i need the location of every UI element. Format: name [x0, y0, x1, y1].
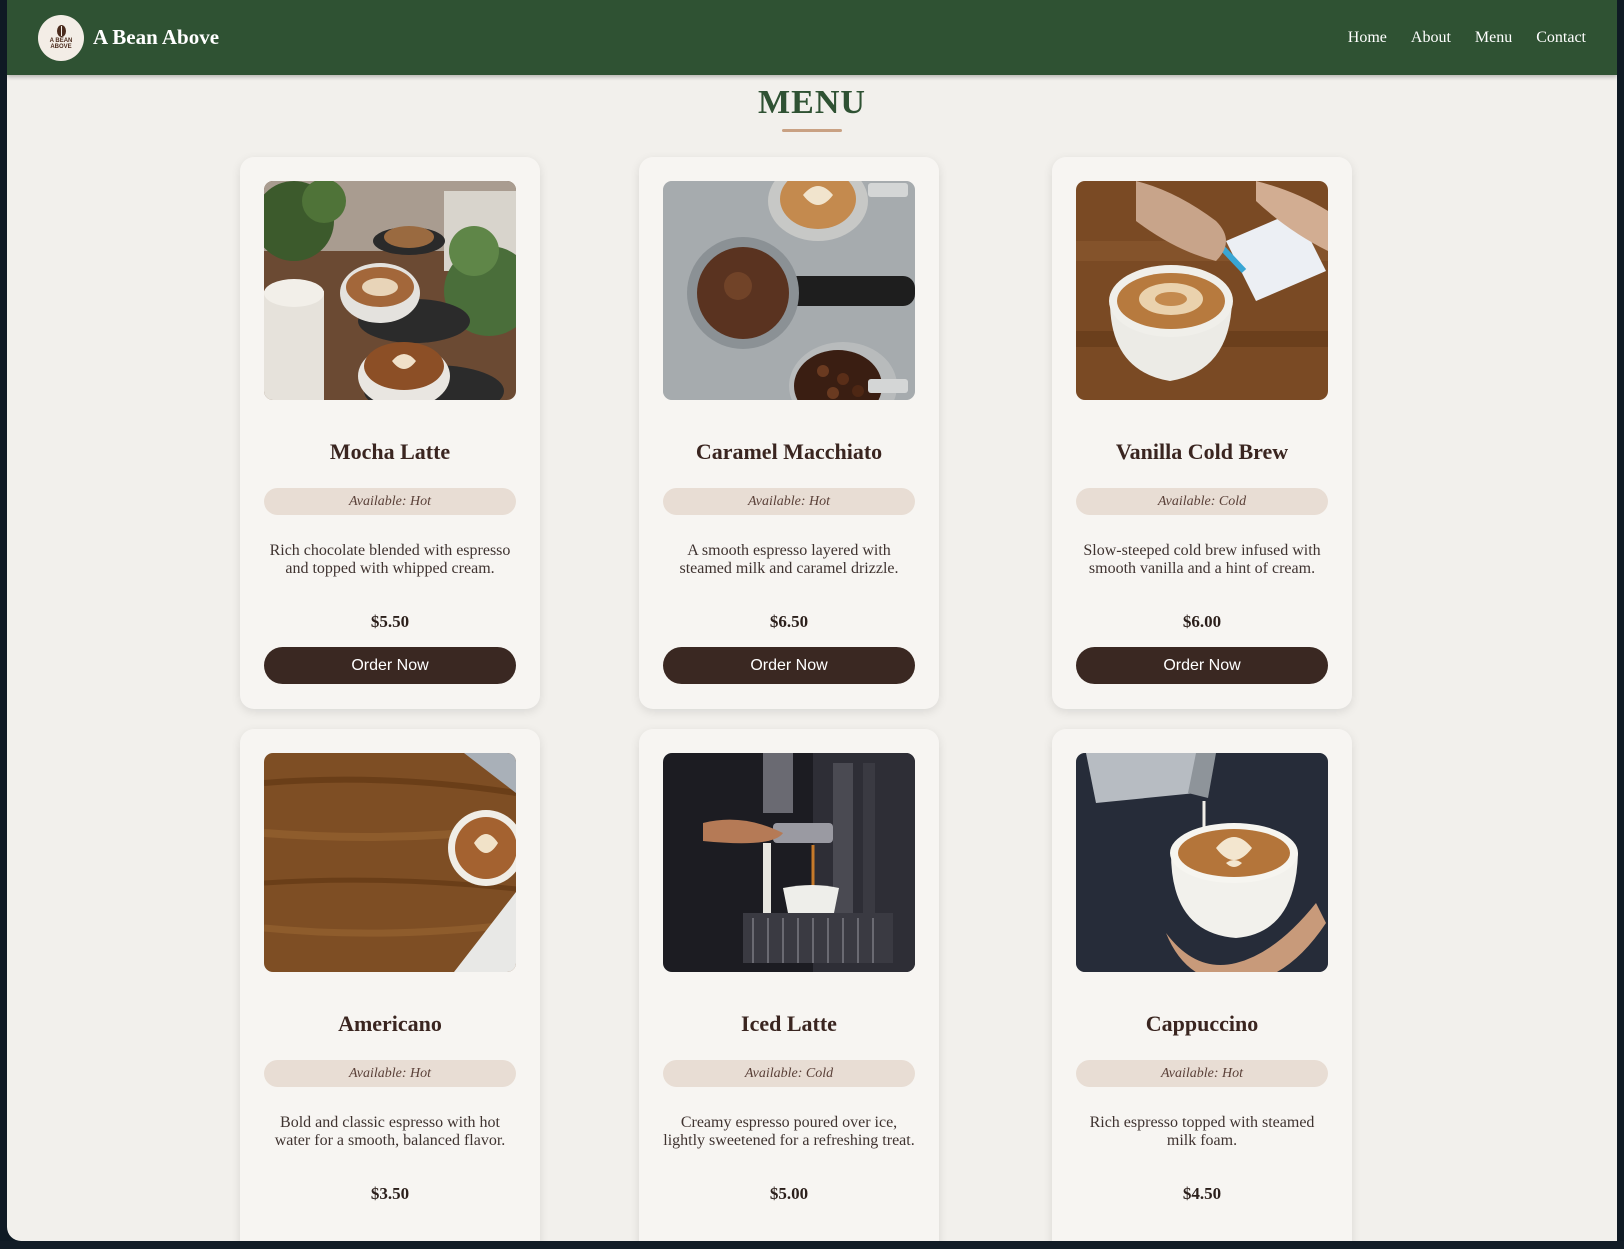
brand-name[interactable]: A Bean Above — [93, 25, 219, 50]
nav-menu[interactable]: Menu — [1475, 29, 1512, 47]
availability-badge: Available: Hot — [1076, 1060, 1328, 1087]
title-underline — [782, 129, 842, 132]
availability-badge: Available: Hot — [264, 488, 516, 515]
item-name: Iced Latte — [741, 1011, 837, 1036]
latte-art-cups-photo — [264, 181, 516, 400]
menu-card-cappuccino: Cappuccino Available: Hot Rich espresso … — [1052, 729, 1352, 1241]
espresso-machine-photo — [663, 753, 915, 972]
item-description: Creamy espresso poured over ice, lightly… — [663, 1114, 915, 1149]
menu-card-caramel-macchiato: Caramel Macchiato Available: Hot A smoot… — [639, 157, 939, 709]
nav-links: Home About Menu Contact — [1348, 0, 1586, 75]
item-price: $4.50 — [1182, 1184, 1222, 1203]
menu-card-americano: Americano Available: Hot Bold and classi… — [240, 729, 540, 1241]
availability-badge: Available: Hot — [663, 488, 915, 515]
order-now-button[interactable]: Order Now — [264, 647, 516, 684]
coffee-bean-icon — [56, 25, 66, 37]
availability-badge: Available: Hot — [264, 1060, 516, 1087]
nav-contact[interactable]: Contact — [1536, 29, 1586, 47]
item-price: $5.00 — [769, 1184, 809, 1203]
item-name: Cappuccino — [1145, 1011, 1259, 1036]
item-price: $6.00 — [1182, 612, 1222, 631]
order-now-button[interactable]: Order Now — [663, 647, 915, 684]
item-description: A smooth espresso layered with steamed m… — [679, 542, 899, 577]
item-description: Slow-steeped cold brew infused with smoo… — [1083, 542, 1321, 577]
logo[interactable]: A BEAN ABOVE — [38, 14, 84, 61]
item-price: $3.50 — [370, 1184, 410, 1203]
milk-pour-latte-art-photo — [1076, 753, 1328, 972]
browser-viewport: A BEAN ABOVE A Bean Above Home About Men… — [7, 0, 1617, 1241]
item-price: $5.50 — [370, 612, 410, 631]
menu-card-iced-latte: Iced Latte Available: Cold Creamy espres… — [639, 729, 939, 1241]
nav-about[interactable]: About — [1411, 29, 1451, 47]
item-name: Mocha Latte — [329, 439, 451, 464]
item-name: Vanilla Cold Brew — [1115, 439, 1289, 464]
item-name: Caramel Macchiato — [695, 439, 883, 464]
page-title: MENU — [758, 84, 866, 121]
top-navbar: A BEAN ABOVE A Bean Above Home About Men… — [7, 0, 1617, 75]
logo-text: A BEAN ABOVE — [49, 38, 73, 50]
desktop-background — [0, 1241, 1624, 1249]
item-name: Americano — [338, 1011, 442, 1036]
availability-badge: Available: Cold — [1076, 488, 1328, 515]
availability-badge: Available: Cold — [663, 1060, 915, 1087]
menu-card-mocha-latte: Mocha Latte Available: Hot Rich chocolat… — [240, 157, 540, 709]
item-price: $6.50 — [769, 612, 809, 631]
item-description: Rich espresso topped with steamed milk f… — [1089, 1114, 1315, 1149]
coffee-on-wood-table-photo — [264, 753, 516, 972]
portafilter-grounds-photo — [663, 181, 915, 400]
menu-card-vanilla-cold-brew: Vanilla Cold Brew Available: Cold Slow-s… — [1052, 157, 1352, 709]
item-description: Rich chocolate blended with espresso and… — [269, 542, 511, 577]
nav-home[interactable]: Home — [1348, 29, 1387, 47]
order-now-button[interactable]: Order Now — [1076, 647, 1328, 684]
item-description: Bold and classic espresso with hot water… — [274, 1114, 506, 1149]
coffee-cup-notebook-photo — [1076, 181, 1328, 400]
